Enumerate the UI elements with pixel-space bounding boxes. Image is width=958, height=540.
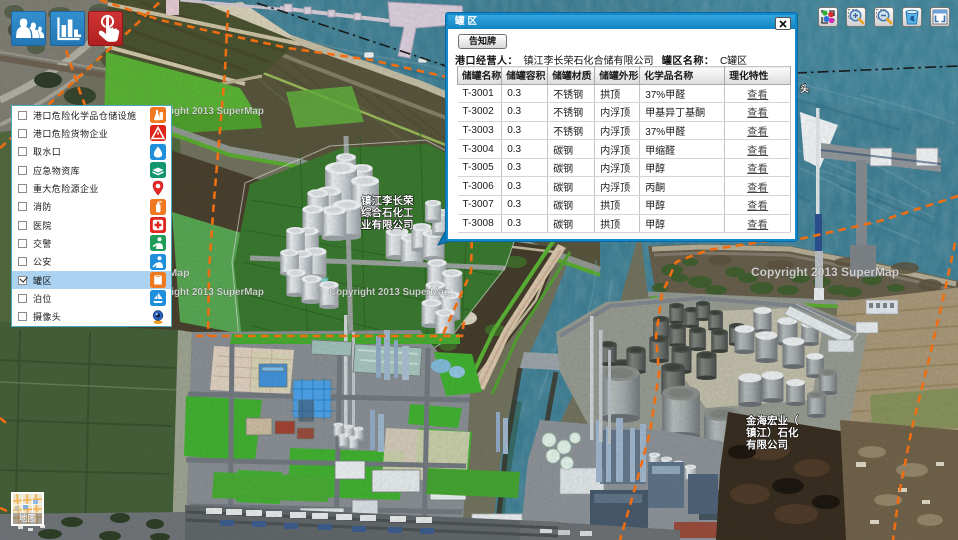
- svg-text:头: 头: [800, 83, 809, 94]
- svg-text:业有限公司: 业有限公司: [361, 218, 414, 231]
- svg-text:Copyright 2013 SuperMap: Copyright 2013 SuperMap: [329, 287, 450, 298]
- svg-text:金海宏业（: 金海宏业（: [745, 414, 799, 427]
- svg-text:镇江）石化: 镇江）石化: [746, 426, 799, 439]
- svg-text:镇江李长荣: 镇江李长荣: [361, 194, 414, 207]
- svg-text:有限公司: 有限公司: [746, 438, 788, 451]
- svg-text:Copyright 2013 SuperMap: Copyright 2013 SuperMap: [751, 265, 899, 279]
- svg-text:综合石化工: 综合石化工: [361, 206, 414, 219]
